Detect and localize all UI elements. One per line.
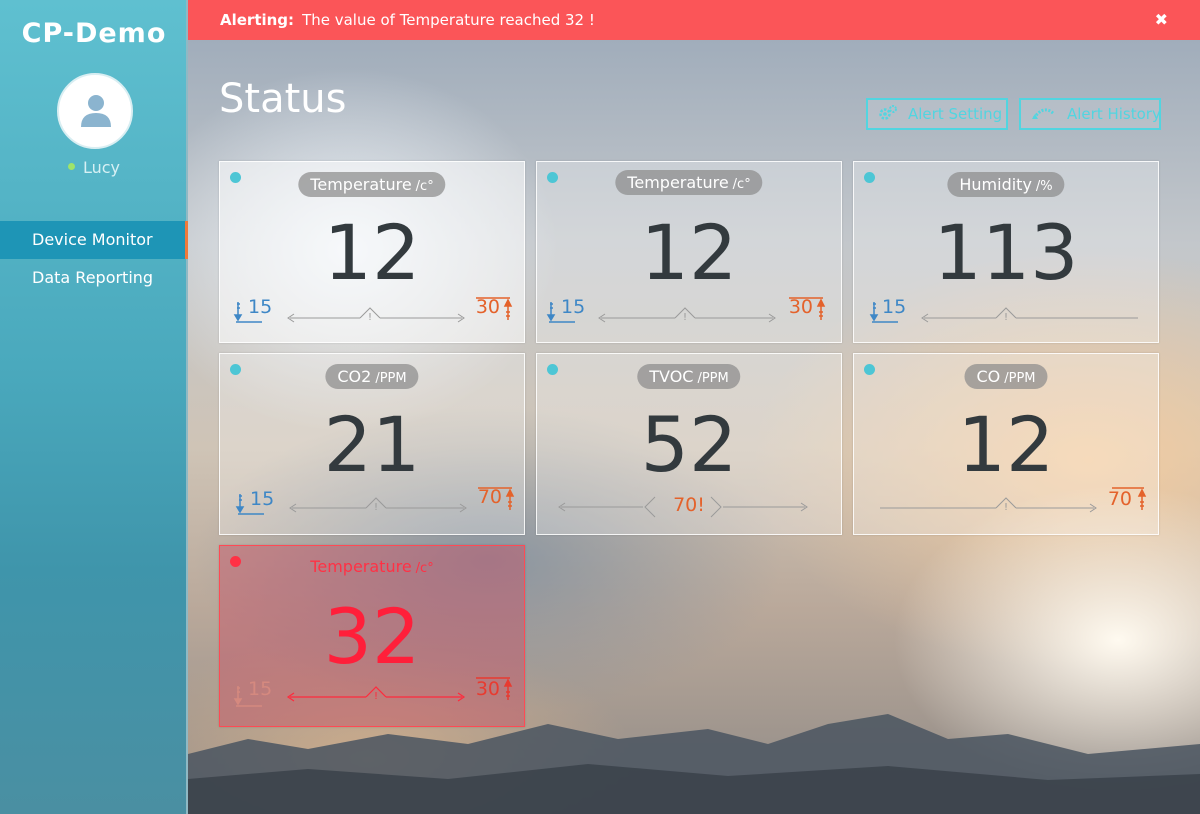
- high-threshold: 30: [475, 296, 500, 318]
- history-icon: [1032, 107, 1056, 119]
- close-icon[interactable]: ✖: [1155, 0, 1168, 40]
- alert-message: The value of Temperature reached 32 !: [302, 11, 595, 29]
- online-status-icon: [67, 163, 75, 170]
- user-name: Lucy: [0, 158, 188, 177]
- nav-item-data-reporting[interactable]: Data Reporting: [0, 259, 188, 297]
- sensor-card-temperature[interactable]: Temperature/c° 12 ! 15 30: [536, 161, 842, 343]
- app-logo: CP-Demo: [21, 18, 167, 49]
- user-icon: [81, 95, 111, 127]
- nav-item-label: Data Reporting: [32, 268, 154, 287]
- sensor-card-tvoc[interactable]: TVOC/PPM 52 70!: [536, 353, 842, 535]
- sensor-card-temperature[interactable]: Temperature/c° 12 ! 15 30: [219, 161, 525, 343]
- high-threshold: 70: [1107, 488, 1132, 510]
- page-title: Status: [219, 76, 347, 122]
- sensor-card-temperature-alert[interactable]: Temperature/c° 32 ! 15 30: [219, 545, 525, 727]
- alert-banner: Alerting: The value of Temperature reache…: [188, 0, 1200, 40]
- alert-threshold: 70!: [673, 494, 705, 516]
- sensor-card-humidity[interactable]: Humidity/% 113 ! 15: [853, 161, 1159, 343]
- svg-text:!: !: [1004, 502, 1008, 513]
- gears-icon: [879, 104, 897, 120]
- sensor-card-co[interactable]: CO/PPM 12 ! 70: [853, 353, 1159, 535]
- low-threshold: 15: [250, 488, 275, 510]
- nav-item-label: Device Monitor: [32, 230, 153, 249]
- high-threshold: 30: [788, 296, 813, 318]
- low-threshold: 15: [248, 296, 273, 318]
- svg-text:!: !: [683, 312, 687, 323]
- nav-item-device-monitor[interactable]: Device Monitor: [0, 221, 188, 259]
- sensor-card-co2[interactable]: CO2/PPM 21 ! 15 70: [219, 353, 525, 535]
- svg-text:!: !: [368, 312, 372, 323]
- low-threshold: 15: [248, 678, 273, 700]
- avatar[interactable]: [57, 73, 133, 149]
- alert-history-label: Alert History: [1067, 105, 1161, 123]
- alert-prefix: Alerting:: [220, 11, 295, 29]
- low-threshold: 15: [882, 296, 907, 318]
- svg-text:!: !: [1004, 312, 1008, 323]
- svg-text:!: !: [374, 691, 378, 702]
- high-threshold: 70: [477, 486, 502, 508]
- range-indicator: !: [233, 677, 513, 707]
- alert-setting-label: Alert Setting: [908, 105, 1003, 123]
- sidebar: CP-Demo Lucy Device Monitor Data Reporti…: [0, 0, 188, 814]
- alert-history-button[interactable]: Alert History: [1019, 98, 1161, 130]
- low-threshold: 15: [561, 296, 586, 318]
- alert-setting-button[interactable]: Alert Setting: [866, 98, 1008, 130]
- svg-text:!: !: [374, 502, 378, 513]
- high-threshold: 30: [475, 678, 500, 700]
